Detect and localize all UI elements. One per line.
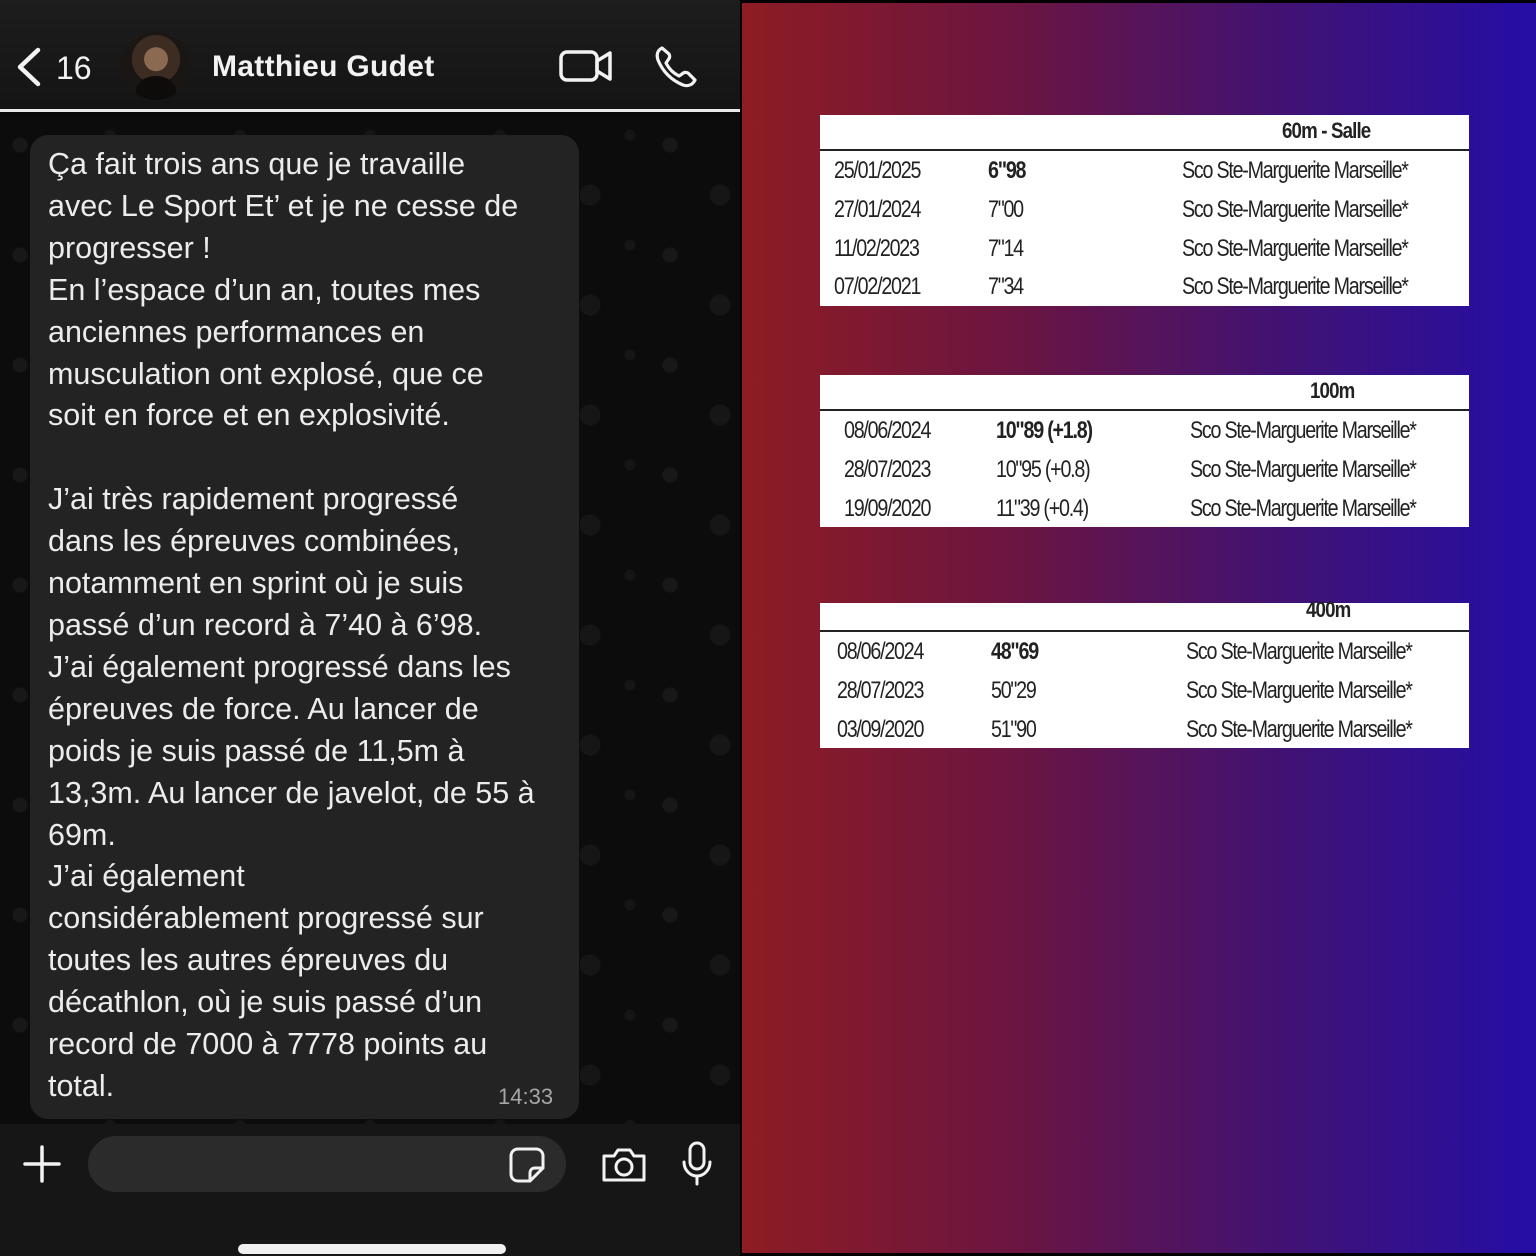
records-panel: 60m - Salle 25/01/2025 6"98 Sco Ste-Marg… — [742, 3, 1536, 1253]
table-row: 07/02/2021 7"34 Sco Ste-Marguerite Marse… — [820, 267, 1469, 306]
unread-count[interactable]: 16 — [56, 50, 92, 87]
microphone-icon[interactable] — [680, 1140, 714, 1188]
record-performance: 11"39 (+0.4) — [996, 494, 1089, 522]
record-performance: 10"89 (+1.8) — [996, 417, 1093, 444]
record-performance: 50"29 — [991, 676, 1037, 704]
record-date: 28/07/2023 — [837, 676, 924, 704]
phone-icon[interactable] — [654, 44, 698, 88]
record-venue: Sco Ste-Marguerite Marseille* — [1190, 455, 1417, 483]
avatar[interactable] — [122, 32, 190, 100]
record-performance: 10"95 (+0.8) — [996, 455, 1091, 483]
record-date: 19/09/2020 — [844, 494, 931, 522]
chat-screen: 16 Matthieu Gudet Ça fait trois ans que … — [0, 0, 740, 1256]
record-date: 08/06/2024 — [837, 638, 924, 665]
record-date: 08/06/2024 — [844, 417, 931, 444]
record-date: 11/02/2023 — [834, 234, 920, 262]
record-date: 03/09/2020 — [837, 715, 924, 743]
record-venue: Sco Ste-Marguerite Marseille* — [1182, 157, 1409, 184]
message-input[interactable] — [88, 1136, 566, 1192]
contact-name[interactable]: Matthieu Gudet — [212, 50, 435, 84]
plus-icon[interactable] — [22, 1144, 62, 1184]
record-performance: 7"34 — [988, 273, 1024, 301]
message-timestamp: 14:33 — [498, 1084, 554, 1109]
table-header: 100m — [820, 375, 1469, 411]
table-title: 100m — [1310, 378, 1355, 403]
sticker-icon[interactable] — [508, 1146, 546, 1184]
table-row: 03/09/2020 51"90 Sco Ste-Marguerite Mars… — [820, 710, 1469, 749]
table-title: 400m — [1306, 597, 1351, 622]
record-venue: Sco Ste-Marguerite Marseille* — [1186, 638, 1413, 665]
record-performance: 7"00 — [988, 195, 1024, 223]
record-venue: Sco Ste-Marguerite Marseille* — [1186, 676, 1413, 704]
record-performance: 7"14 — [988, 234, 1024, 262]
chevron-left-icon[interactable] — [12, 44, 46, 90]
table-row: 27/01/2024 7"00 Sco Ste-Marguerite Marse… — [820, 190, 1469, 229]
camera-icon[interactable] — [600, 1144, 648, 1184]
table-row: 28/07/2023 10"95 (+0.8) Sco Ste-Margueri… — [820, 450, 1469, 489]
table-row: 25/01/2025 6"98 Sco Ste-Marguerite Marse… — [820, 151, 1469, 190]
record-date: 27/01/2024 — [834, 195, 921, 223]
record-venue: Sco Ste-Marguerite Marseille* — [1190, 417, 1417, 444]
table-row: 08/06/2024 10"89 (+1.8) Sco Ste-Margueri… — [820, 411, 1469, 450]
chat-header: 16 Matthieu Gudet — [0, 0, 740, 112]
record-date: 28/07/2023 — [844, 455, 931, 483]
record-venue: Sco Ste-Marguerite Marseille* — [1190, 494, 1417, 522]
record-performance: 51"90 — [991, 715, 1037, 743]
table-title: 60m - Salle — [1282, 118, 1371, 143]
record-performance: 6"98 — [988, 157, 1026, 184]
table-row: 19/09/2020 11"39 (+0.4) Sco Ste-Margueri… — [820, 489, 1469, 528]
table-row: 08/06/2024 48"69 Sco Ste-Marguerite Mars… — [820, 632, 1469, 671]
record-venue: Sco Ste-Marguerite Marseille* — [1182, 195, 1409, 223]
records-table-400m: 400m 08/06/2024 48"69 Sco Ste-Marguerite… — [820, 597, 1469, 749]
home-indicator[interactable] — [238, 1244, 506, 1254]
record-venue: Sco Ste-Marguerite Marseille* — [1182, 234, 1409, 262]
record-venue: Sco Ste-Marguerite Marseille* — [1186, 715, 1413, 743]
record-date: 25/01/2025 — [834, 157, 921, 184]
message-text: Ça fait trois ans que je travaille avec … — [48, 147, 535, 1103]
table-row: 11/02/2023 7"14 Sco Ste-Marguerite Marse… — [820, 229, 1469, 268]
record-performance: 48"69 — [991, 638, 1039, 665]
table-row: 28/07/2023 50"29 Sco Ste-Marguerite Mars… — [820, 671, 1469, 710]
records-table-100m: 100m 08/06/2024 10"89 (+1.8) Sco Ste-Mar… — [820, 375, 1469, 528]
record-venue: Sco Ste-Marguerite Marseille* — [1182, 273, 1409, 301]
table-header: 60m - Salle — [820, 115, 1469, 151]
records-table-60m: 60m - Salle 25/01/2025 6"98 Sco Ste-Marg… — [820, 115, 1469, 307]
record-date: 07/02/2021 — [834, 273, 921, 301]
video-camera-icon[interactable] — [558, 46, 614, 86]
table-header: 400m — [820, 597, 1469, 632]
